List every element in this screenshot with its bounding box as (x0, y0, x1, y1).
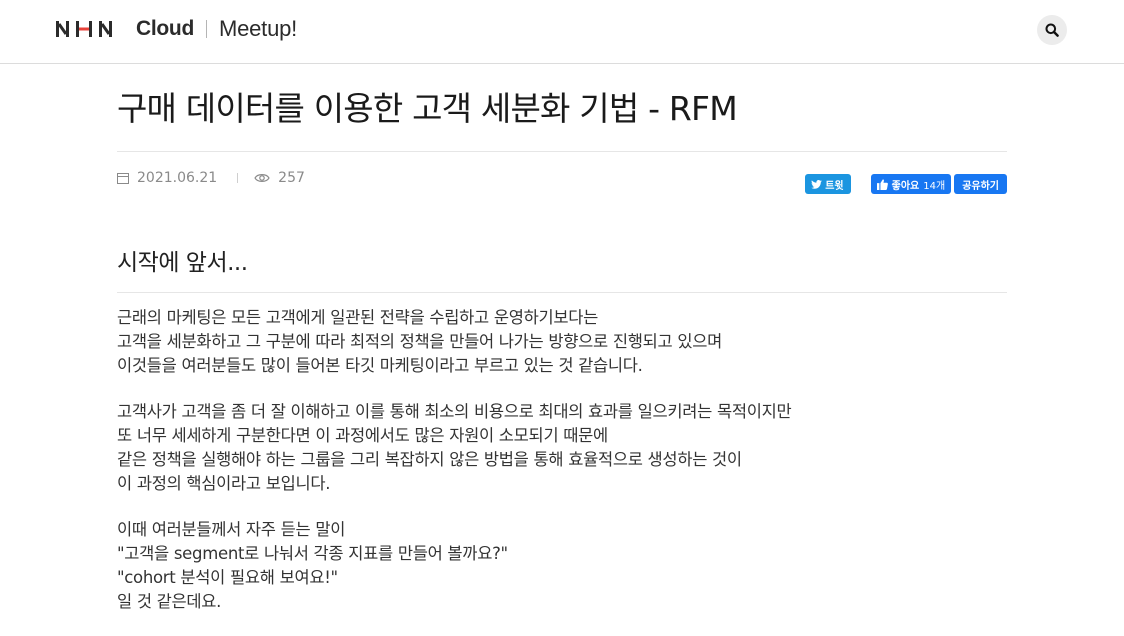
view-count: 257 (278, 170, 305, 186)
paragraph-line: 또 너무 세세하게 구분한다면 이 과정에서도 많은 자원이 소모되기 때문에 (117, 426, 608, 445)
facebook-like-button[interactable]: 좋아요 14개 (870, 174, 952, 194)
nhn-logo-mark (56, 20, 128, 38)
share-buttons: 트윗 좋아요 14개 공유하기 (805, 174, 1007, 194)
meta-info: 2021.06.21 257 (117, 170, 305, 186)
paragraph-line: 일 것 같은데요. (117, 592, 222, 611)
paragraph-line: 같은 정책을 실행해야 하는 그룹을 그리 복잡하지 않은 방법을 통해 효율적… (117, 450, 742, 469)
eye-icon (254, 172, 270, 184)
thumbs-up-icon (876, 178, 888, 190)
share-label: 공유하기 (962, 180, 999, 192)
article-meta: 2021.06.21 257 트윗 좋아요 14개 공유하기 (117, 152, 1007, 196)
paragraph-line: "cohort 분석이 필요해 보여요!" (117, 568, 338, 587)
site-header: Cloud Meetup! (0, 0, 1124, 64)
calendar-icon (117, 172, 129, 184)
facebook-share-button[interactable]: 공유하기 (954, 174, 1007, 194)
search-button[interactable] (1037, 15, 1067, 45)
logo-divider (205, 20, 207, 38)
article-body: 근래의 마케팅은 모든 고객에게 일관된 전략을 수립하고 운영하기보다는 고객… (117, 306, 1007, 614)
like-count: 14개 (923, 180, 946, 192)
article: 구매 데이터를 이용한 고객 세분화 기법 - RFM 2021.06.21 2… (117, 64, 1007, 636)
paragraph-line: 고객사가 고객을 좀 더 잘 이해하고 이를 통해 최소의 비용으로 최대의 효… (117, 402, 792, 421)
logo-text: Cloud (136, 17, 194, 40)
site-logo[interactable]: Cloud Meetup! (56, 16, 297, 42)
paragraph-line: 근래의 마케팅은 모든 고객에게 일관된 전략을 수립하고 운영하기보다는 (117, 308, 599, 327)
paragraph-line: 고객을 세분화하고 그 구분에 따라 최적의 정책을 만들어 나가는 방향으로 … (117, 332, 722, 351)
paragraph-line: 이것들을 여러분들도 많이 들어본 타깃 마케팅이라고 부르고 있는 것 같습니… (117, 356, 643, 375)
tweet-label: 트윗 (825, 180, 844, 192)
like-label: 좋아요 (891, 180, 920, 192)
paragraph-line: 이 과정의 핵심이라고 보입니다. (117, 474, 331, 493)
meta-divider (237, 173, 239, 183)
publish-date: 2021.06.21 (137, 170, 218, 186)
logo-subtitle: Meetup! (218, 16, 298, 41)
search-icon (1045, 23, 1059, 37)
section-heading: 시작에 앞서... (117, 250, 248, 276)
paragraph: 근래의 마케팅은 모든 고객에게 일관된 전략을 수립하고 운영하기보다는 고객… (117, 306, 1007, 378)
tweet-button[interactable]: 트윗 (805, 174, 851, 194)
article-title: 구매 데이터를 이용한 고객 세분화 기법 - RFM (117, 89, 738, 128)
paragraph: 고객사가 고객을 좀 더 잘 이해하고 이를 통해 최소의 비용으로 최대의 효… (117, 400, 1007, 496)
paragraph-line: 이때 여러분들께서 자주 듣는 말이 (117, 520, 346, 539)
twitter-bird-icon (811, 179, 823, 189)
paragraph-line: "고객을 segment로 나눠서 각종 지표를 만들어 볼까요?" (117, 544, 508, 563)
section-divider (117, 292, 1007, 293)
